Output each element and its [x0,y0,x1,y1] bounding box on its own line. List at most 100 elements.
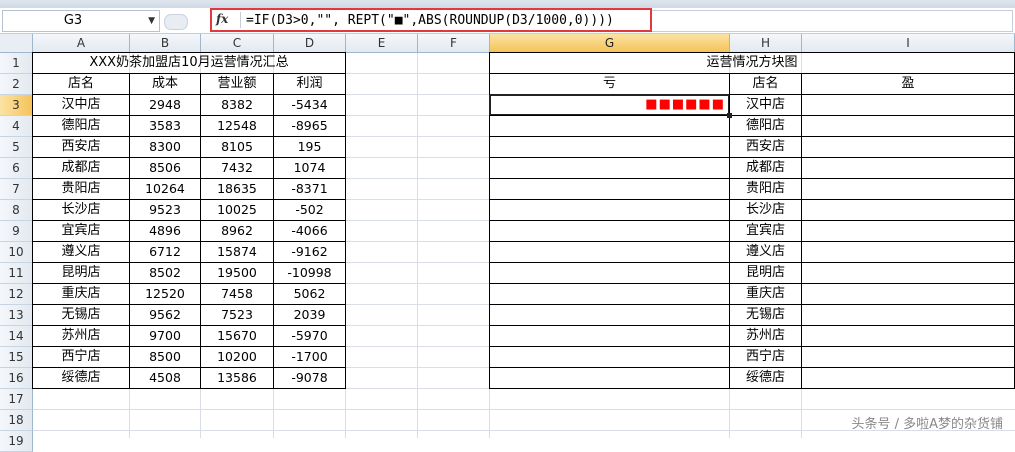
table1-cell[interactable]: 德阳店 [32,115,130,137]
table2-loss-cell[interactable] [489,241,730,263]
table1-cell[interactable]: -10998 [273,262,346,284]
column-header-e[interactable]: E [346,34,418,53]
table1-cell[interactable]: 9562 [129,304,201,326]
select-all-corner[interactable] [0,34,33,53]
table1-cell[interactable]: 2948 [129,94,201,116]
active-cell-g3[interactable]: ■■■■■■ [489,94,730,116]
row-header-4[interactable]: 4 [0,116,33,137]
table1-header[interactable]: 营业额 [200,73,274,95]
table1-cell[interactable]: 7458 [200,283,274,305]
table1-cell[interactable]: -8371 [273,178,346,200]
table2-store-cell[interactable]: 贵阳店 [729,178,802,200]
table2-profit-cell[interactable] [801,178,1015,200]
row-header-16[interactable]: 16 [0,368,33,389]
table2-profit-cell[interactable] [801,157,1015,179]
row-header-10[interactable]: 10 [0,242,33,263]
table1-cell[interactable]: 8506 [129,157,201,179]
table2-store-cell[interactable]: 绥德店 [729,367,802,389]
table2-profit-cell[interactable] [801,262,1015,284]
table2-profit-cell[interactable] [801,94,1015,116]
column-header-b[interactable]: B [130,34,201,53]
column-header-a[interactable]: A [33,34,130,53]
column-header-f[interactable]: F [418,34,490,53]
table1-cell[interactable]: 贵阳店 [32,178,130,200]
table1-cell[interactable]: 汉中店 [32,94,130,116]
table2-store-cell[interactable]: 重庆店 [729,283,802,305]
table1-cell[interactable]: 12520 [129,283,201,305]
table2-loss-cell[interactable] [489,367,730,389]
table1-cell[interactable]: 4896 [129,220,201,242]
table2-header-loss[interactable]: 亏 [489,73,730,95]
table2-profit-cell[interactable] [801,136,1015,158]
table1-cell[interactable]: 19500 [200,262,274,284]
table1-header[interactable]: 店名 [32,73,130,95]
table2-loss-cell[interactable] [489,178,730,200]
table1-cell[interactable]: 9523 [129,199,201,221]
table2-store-cell[interactable]: 苏州店 [729,325,802,347]
table1-cell[interactable]: 3583 [129,115,201,137]
table2-store-cell[interactable]: 宜宾店 [729,220,802,242]
column-header-d[interactable]: D [274,34,346,53]
table1-cell[interactable]: 10025 [200,199,274,221]
formula-bar-resize-icon[interactable] [164,14,188,30]
table1-cell[interactable]: 8300 [129,136,201,158]
table1-cell[interactable]: -9162 [273,241,346,263]
table2-profit-cell[interactable] [801,199,1015,221]
table1-cell[interactable]: 无锡店 [32,304,130,326]
row-header-14[interactable]: 14 [0,326,33,347]
table2-store-cell[interactable]: 汉中店 [729,94,802,116]
row-header-13[interactable]: 13 [0,305,33,326]
name-box[interactable]: G3 ▼ [2,10,160,32]
table2-loss-cell[interactable] [489,325,730,347]
table2-profit-cell[interactable] [801,115,1015,137]
table2-store-cell[interactable]: 西安店 [729,136,802,158]
table1-title[interactable]: XXX奶茶加盟店10月运营情况汇总 [32,52,346,74]
row-header-3[interactable]: 3 [0,95,33,116]
table1-cell[interactable]: -9078 [273,367,346,389]
table1-cell[interactable]: 遵义店 [32,241,130,263]
table2-store-cell[interactable]: 德阳店 [729,115,802,137]
table1-cell[interactable]: 5062 [273,283,346,305]
table1-cell[interactable]: 1074 [273,157,346,179]
table2-loss-cell[interactable] [489,115,730,137]
table1-cell[interactable]: 宜宾店 [32,220,130,242]
table2-loss-cell[interactable] [489,136,730,158]
table1-cell[interactable]: 7523 [200,304,274,326]
table1-cell[interactable]: 西安店 [32,136,130,158]
table2-profit-cell[interactable] [801,241,1015,263]
table1-header[interactable]: 成本 [129,73,201,95]
table1-cell[interactable]: -8965 [273,115,346,137]
table1-cell[interactable]: 12548 [200,115,274,137]
table1-cell[interactable]: 8502 [129,262,201,284]
table1-cell[interactable]: 8382 [200,94,274,116]
table2-loss-cell[interactable] [489,157,730,179]
table1-cell[interactable]: 13586 [200,367,274,389]
table1-cell[interactable]: -5434 [273,94,346,116]
formula-input[interactable]: fx =IF(D3>0,"", REPT("■",ABS(ROUNDUP(D3/… [210,8,652,32]
row-header-12[interactable]: 12 [0,284,33,305]
table2-store-cell[interactable]: 无锡店 [729,304,802,326]
table2-store-cell[interactable]: 遵义店 [729,241,802,263]
row-header-7[interactable]: 7 [0,179,33,200]
column-header-c[interactable]: C [201,34,274,53]
table2-loss-cell[interactable] [489,346,730,368]
table1-cell[interactable]: 7432 [200,157,274,179]
table2-loss-cell[interactable] [489,283,730,305]
table2-header-store[interactable]: 店名 [729,73,802,95]
row-header-17[interactable]: 17 [0,389,33,410]
fill-handle[interactable] [727,113,732,118]
table1-cell[interactable]: -1700 [273,346,346,368]
table1-cell[interactable]: 8105 [200,136,274,158]
table1-cell[interactable]: 长沙店 [32,199,130,221]
table2-store-cell[interactable]: 昆明店 [729,262,802,284]
row-header-11[interactable]: 11 [0,263,33,284]
table1-cell[interactable]: -502 [273,199,346,221]
table2-loss-cell[interactable] [489,199,730,221]
formula-bar-extension[interactable] [652,10,1013,32]
table1-cell[interactable]: -5970 [273,325,346,347]
table1-cell[interactable]: 15670 [200,325,274,347]
table2-store-cell[interactable]: 成都店 [729,157,802,179]
table1-cell[interactable]: 195 [273,136,346,158]
row-header-6[interactable]: 6 [0,158,33,179]
table2-store-cell[interactable]: 长沙店 [729,199,802,221]
